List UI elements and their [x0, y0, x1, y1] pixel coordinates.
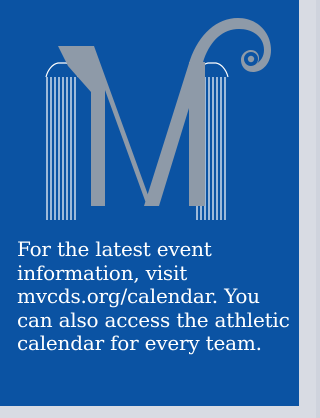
right-page-margin: [299, 0, 316, 418]
left-column-icon: [45, 62, 79, 220]
school-logo-icon: [45, 18, 271, 220]
promo-card: For the latest event information, visit …: [0, 0, 299, 406]
bottom-page-margin: [0, 406, 316, 418]
event-info-text: For the latest event information, visit …: [17, 237, 290, 355]
letter-m-icon: [58, 18, 271, 206]
